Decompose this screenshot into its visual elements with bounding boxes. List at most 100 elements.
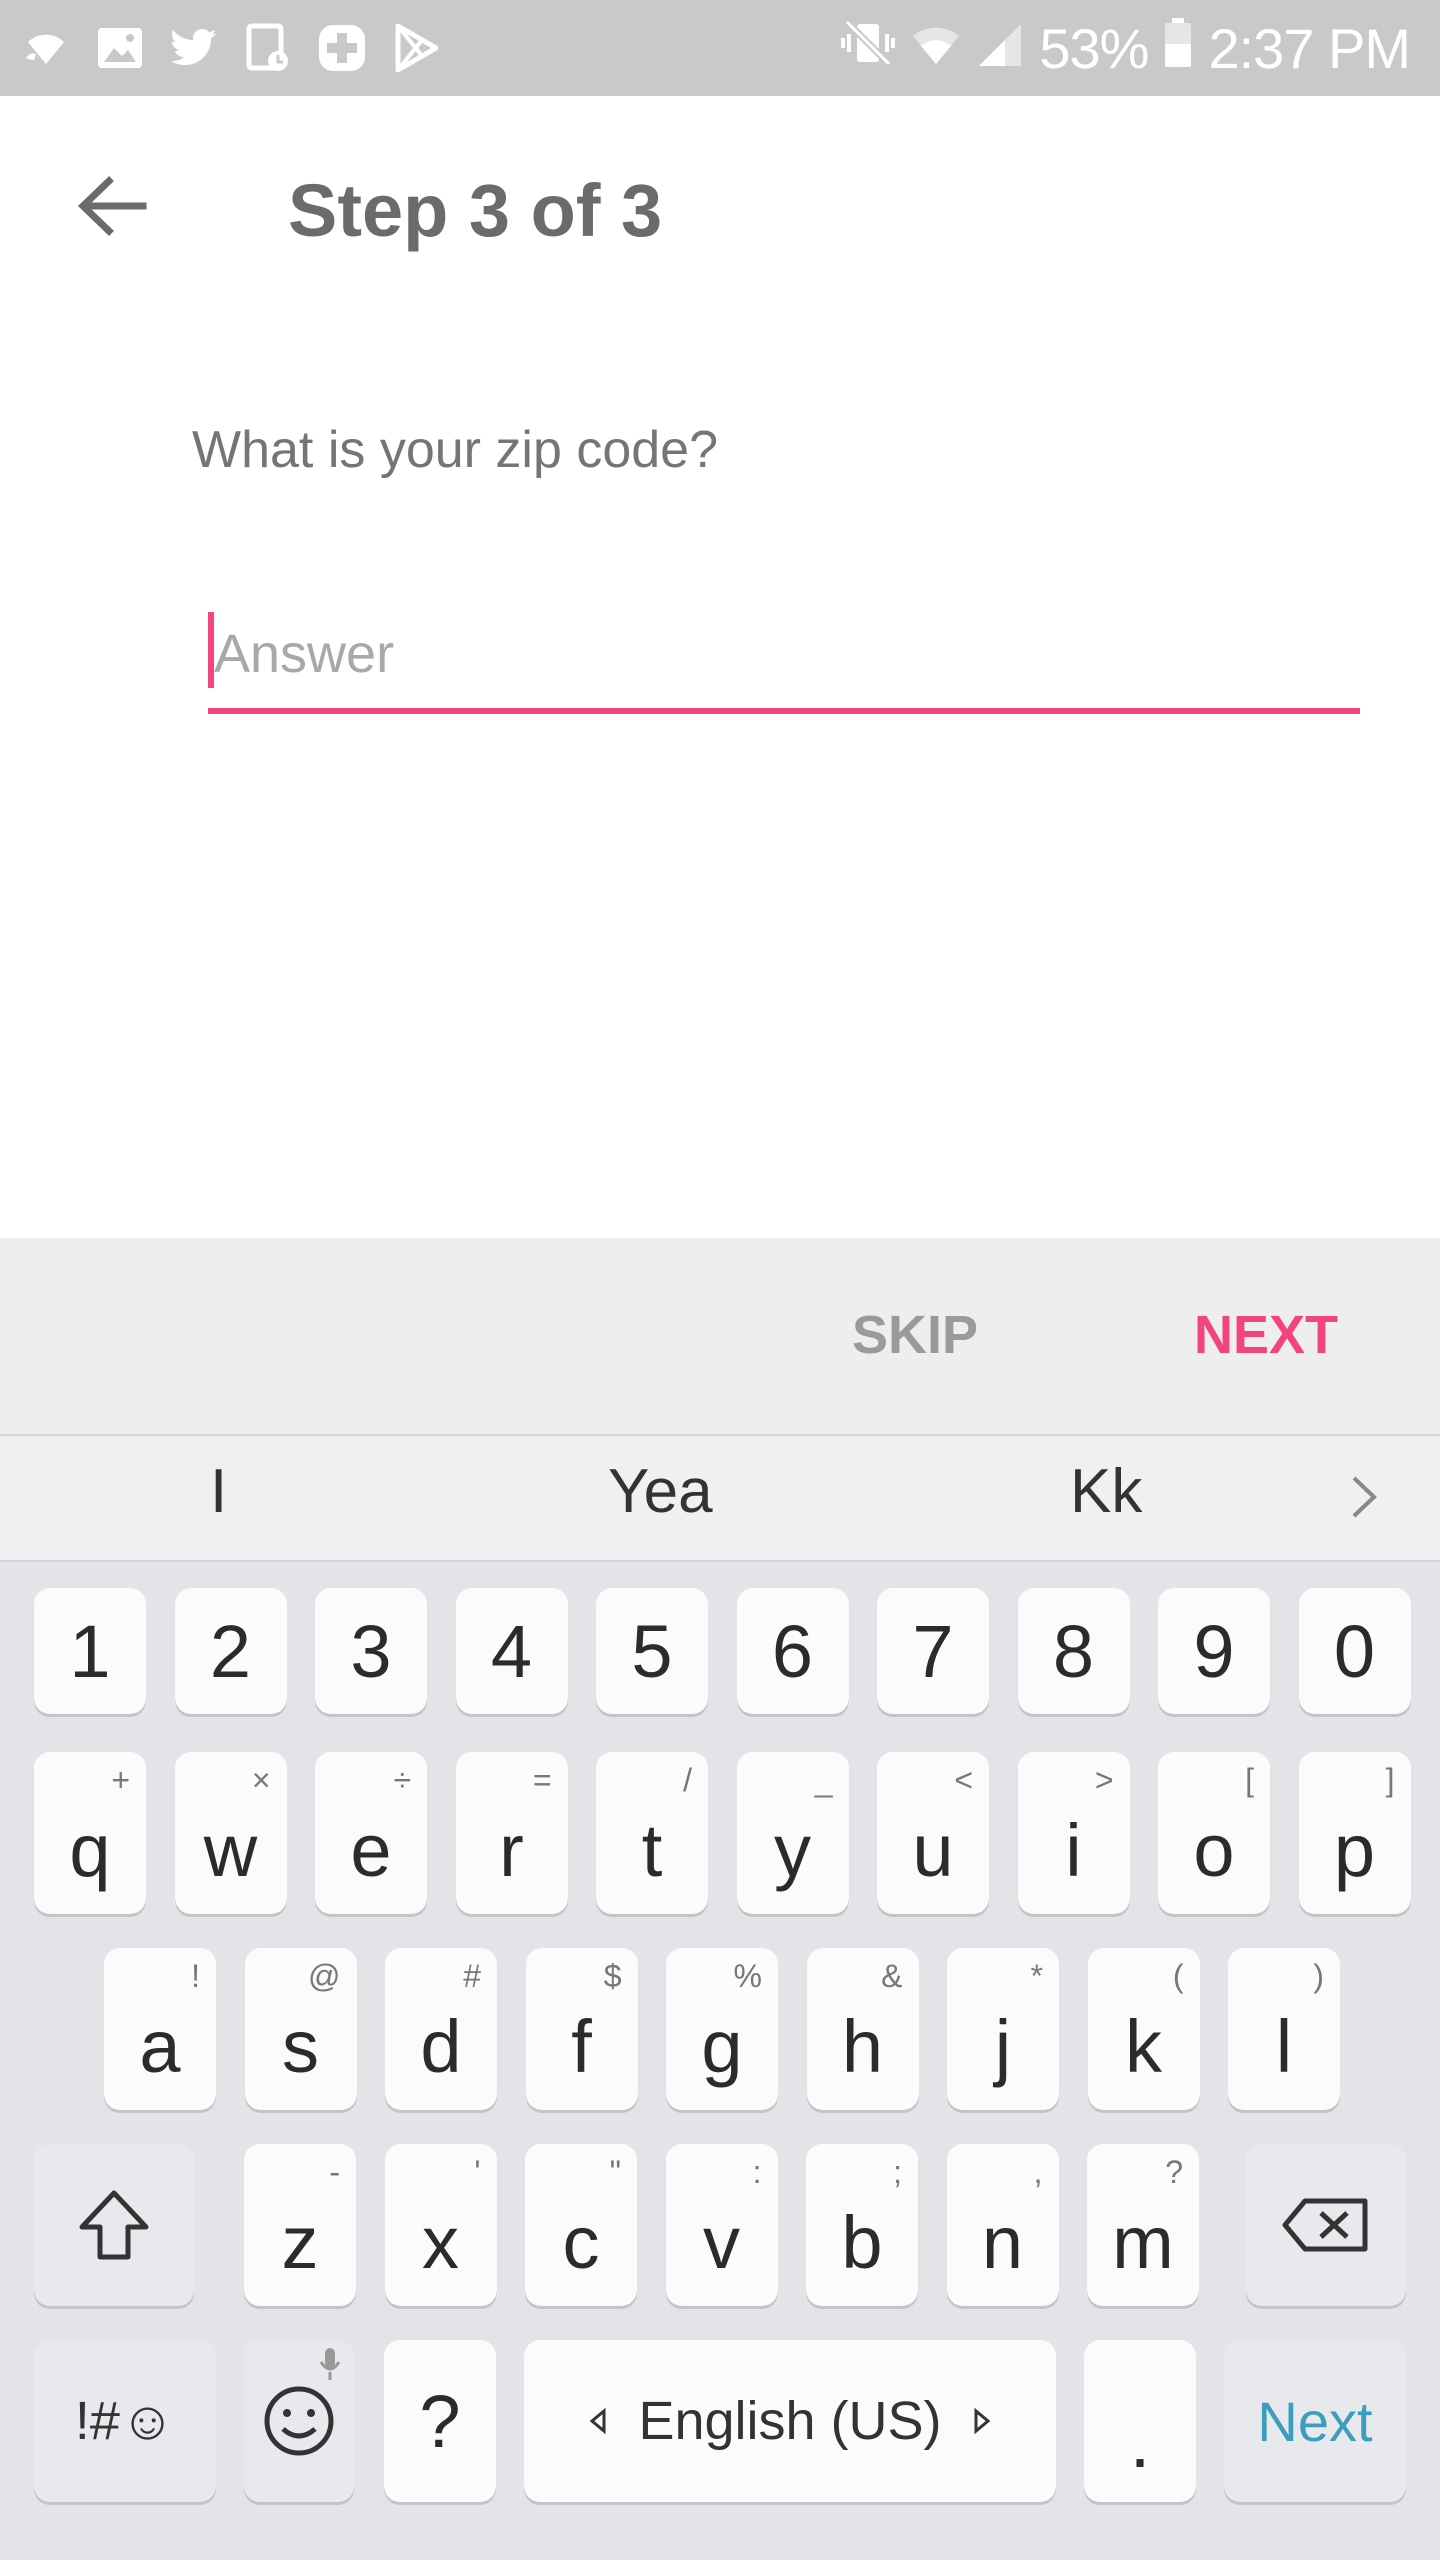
space-key[interactable]: English (US) [524,2340,1056,2502]
key-secondary-symbol: % [733,1958,762,1994]
key-secondary-symbol: ? [1165,2154,1183,2190]
key-t[interactable]: t / [596,1752,708,1914]
keyboard-next-key[interactable]: Next [1224,2340,1406,2502]
app-bar: Step 3 of 3 [0,96,1440,326]
key-label: 1 [69,1609,111,1693]
period-key[interactable]: . [1084,2340,1196,2502]
question-key[interactable]: ? [384,2340,496,2502]
key-w[interactable]: w × [174,1752,287,1914]
space-key-label: English (US) [638,2391,942,2451]
key-secondary-symbol: : [752,2154,762,2190]
key-n[interactable]: n, [946,2144,1059,2306]
status-bar: 53% 2:37 PM [0,0,1440,96]
key-y[interactable]: y _ [736,1752,849,1914]
status-notification-icons [20,0,442,96]
key-4[interactable]: 4 [455,1588,568,1714]
page-title: Step 3 of 3 [288,169,663,252]
signal-icon [977,16,1023,81]
key-secondary-symbol: ( [1172,1958,1184,1994]
key-label: t [641,1808,663,1892]
next-button[interactable]: NEXT [1194,1304,1338,1366]
key-a[interactable]: a! [104,1948,216,2110]
key-label: x [422,2200,459,2284]
key-label: b [841,2200,883,2284]
back-button[interactable] [62,156,162,256]
key-label: 2 [209,1609,252,1693]
key-label: z [281,2200,319,2284]
key-g[interactable]: g% [666,1948,778,2110]
emoji-icon [264,2386,334,2456]
key-label: n [981,2200,1024,2284]
key-secondary-symbol: ] [1385,1762,1395,1798]
key-secondary-symbol: = [532,1762,552,1798]
mute-vibrate-icon [841,16,896,81]
key-secondary-symbol: # [463,1958,481,1994]
key-6[interactable]: 6 [736,1588,849,1714]
symbols-key[interactable]: !#☺ [34,2340,216,2502]
status-system-icons: 53% 2:37 PM [841,0,1411,96]
key-0[interactable]: 0 [1298,1588,1411,1714]
key-secondary-symbol: & [881,1958,903,1994]
key-label: d [420,2004,462,2088]
shift-key[interactable] [34,2144,194,2306]
symbols-key-label: !#☺ [74,2391,176,2451]
key-2[interactable]: 2 [174,1588,287,1714]
answer-input[interactable] [208,600,1360,714]
key-u[interactable]: u < [877,1752,989,1914]
key-label: 0 [1333,1609,1376,1693]
key-secondary-symbol: × [251,1762,271,1798]
key-label: 3 [350,1609,392,1693]
suggestion-3[interactable]: Kk [1070,1456,1142,1527]
key-o[interactable]: o[ [1158,1752,1270,1914]
key-label: s [282,2004,319,2088]
backspace-key[interactable] [1246,2144,1406,2306]
key-label: i [1065,1808,1082,1892]
key-label: y [774,1808,811,1892]
key-k[interactable]: k( [1087,1948,1200,2110]
key-1[interactable]: 1 [34,1588,146,1714]
key-label: w [203,1808,258,1892]
key-s[interactable]: s @ [244,1948,357,2110]
emoji-key[interactable] [244,2340,354,2502]
medical-plus-icon [316,22,368,74]
key-label: a [139,2004,181,2088]
key-f[interactable]: f $ [525,1948,638,2110]
key-i[interactable]: i > [1017,1752,1130,1914]
key-3[interactable]: 3 [315,1588,427,1714]
caret-left-icon [590,2407,606,2435]
arrow-back-icon [77,176,147,236]
key-label: 4 [490,1609,533,1693]
keyboard-next-label: Next [1257,2389,1373,2453]
key-v[interactable]: v: [665,2144,778,2306]
battery-percent: 53% [1039,16,1149,80]
key-r[interactable]: r = [455,1752,568,1914]
chevron-right-icon[interactable] [1338,1472,1388,1522]
key-secondary-symbol: @ [308,1958,341,1994]
suggestion-2[interactable]: Yea [608,1456,713,1527]
key-7[interactable]: 7 [877,1588,989,1714]
key-p[interactable]: p] [1298,1752,1411,1914]
key-8[interactable]: 8 [1017,1588,1130,1714]
key-secondary-symbol: ) [1313,1958,1324,1994]
skip-button[interactable]: SKIP [852,1304,978,1366]
key-q[interactable]: q + [34,1752,146,1914]
key-5[interactable]: 5 [596,1588,708,1714]
key-e[interactable]: e ÷ [315,1752,427,1914]
key-label: 7 [912,1609,954,1693]
mic-icon [319,2348,341,2380]
key-j[interactable]: j * [947,1948,1059,2110]
key-h[interactable]: h & [806,1948,919,2110]
key-x[interactable]: x ' [384,2144,497,2306]
key-b[interactable]: b; [806,2144,918,2306]
key-d[interactable]: d # [385,1948,497,2110]
key-9[interactable]: 9 [1158,1588,1270,1714]
suggestion-1[interactable]: I [210,1456,227,1527]
period-key-label: . [1129,2399,1151,2483]
key-m[interactable]: m? [1087,2144,1199,2306]
key-l[interactable]: l) [1228,1948,1340,2110]
key-secondary-symbol: - [329,2154,340,2190]
key-c[interactable]: c " [525,2144,637,2306]
key-z[interactable]: z- [244,2144,356,2306]
battery-icon [1164,16,1192,81]
key-secondary-symbol: , [1033,2154,1043,2190]
